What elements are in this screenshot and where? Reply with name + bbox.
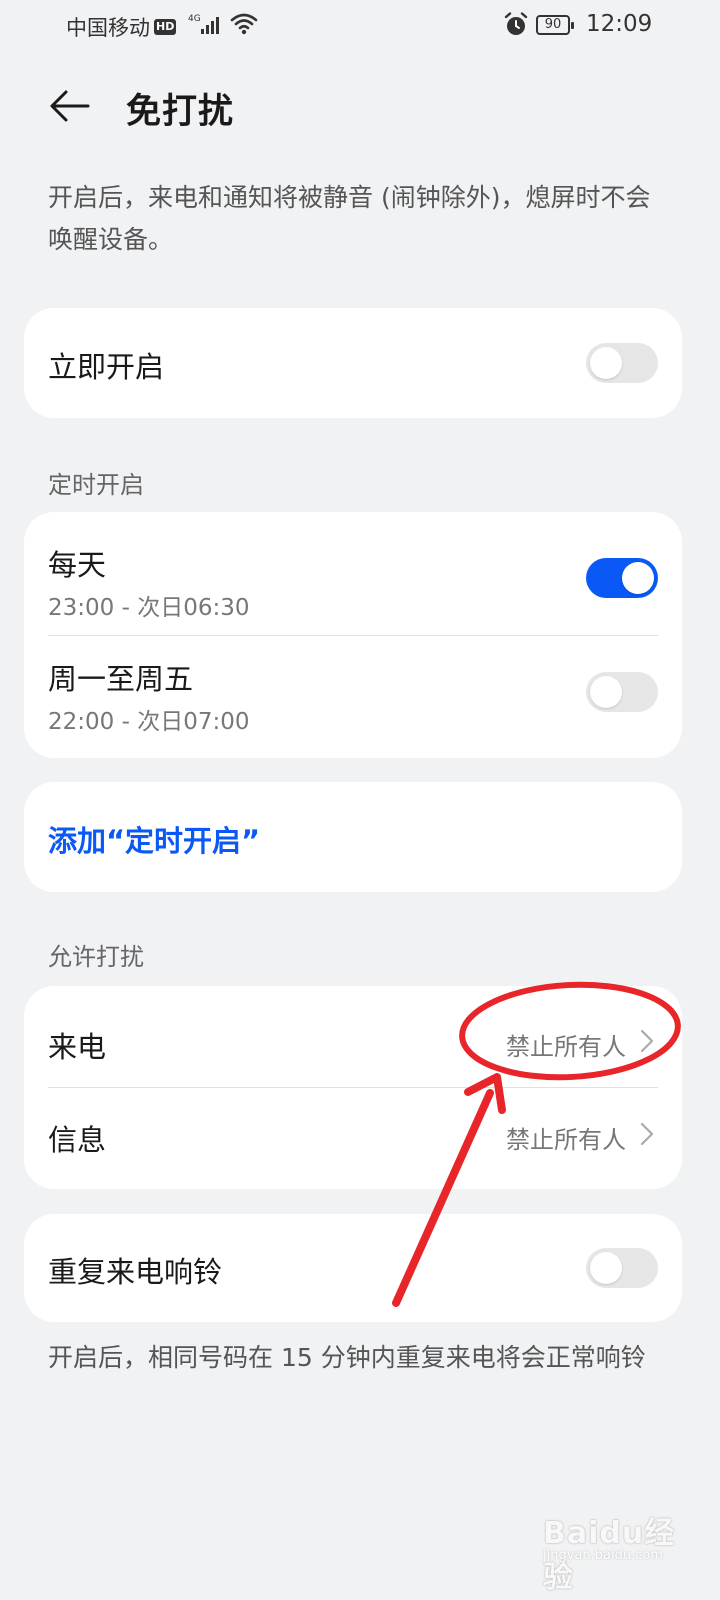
repeat-call-toggle[interactable] xyxy=(586,1248,658,1288)
baidu-watermark: Baidu经验 jingyan.baidu.com xyxy=(543,1508,683,1595)
allow-section-label: 允许打扰 xyxy=(48,943,144,971)
back-button[interactable] xyxy=(44,80,96,132)
allow-messages-value: 禁止所有人 xyxy=(506,1126,626,1154)
scheduled-card: 每天 23:00 - 次日06:30 周一至周五 22:00 - 次日07:00 xyxy=(24,512,682,758)
toggle-knob xyxy=(590,1252,622,1284)
immediate-label: 立即开启 xyxy=(48,350,165,384)
watermark-url: jingyan.baidu.com xyxy=(543,1548,663,1563)
alarm-icon xyxy=(504,12,528,42)
immediate-toggle[interactable] xyxy=(586,343,658,383)
allow-calls-label: 来电 xyxy=(48,1030,107,1064)
allow-calls-value: 禁止所有人 xyxy=(506,1033,626,1061)
hd-badge: HD xyxy=(154,19,177,35)
page-title: 免打扰 xyxy=(126,92,235,132)
status-bar: 中国移动 HD 4G 90 12:09 xyxy=(0,0,720,52)
network-type: 4G xyxy=(188,14,201,24)
battery-level: 90 xyxy=(544,17,562,32)
divider xyxy=(48,635,658,636)
clock: 12:09 xyxy=(586,11,653,37)
divider xyxy=(48,1087,658,1088)
add-schedule-link[interactable]: 添加“定时开启” xyxy=(48,818,260,860)
repeat-call-label: 重复来电响铃 xyxy=(48,1255,223,1289)
schedule-title: 周一至周五 xyxy=(48,662,194,696)
signal-icon: 4G xyxy=(188,12,224,42)
carrier-info: 中国移动 HD xyxy=(66,12,177,42)
add-schedule-card[interactable]: 添加“定时开启” xyxy=(24,782,682,892)
schedule-time: 22:00 - 次日07:00 xyxy=(48,709,250,735)
schedule-weekdays-toggle[interactable] xyxy=(586,672,658,712)
allow-card: 来电 禁止所有人 信息 禁止所有人 xyxy=(24,986,682,1189)
battery-icon: 90 xyxy=(536,15,574,35)
toggle-knob xyxy=(590,347,622,379)
schedule-title: 每天 xyxy=(48,548,107,582)
intro-description: 开启后，来电和通知将被静音 (闹钟除外)，熄屏时不会唤醒设备。 xyxy=(48,183,651,254)
toggle-knob xyxy=(590,676,622,708)
schedule-time: 23:00 - 次日06:30 xyxy=(48,595,250,621)
toggle-knob xyxy=(622,562,654,594)
chevron-right-icon xyxy=(640,1122,654,1146)
repeat-call-note: 开启后，相同号码在 15 分钟内重复来电将会正常响铃 xyxy=(48,1343,646,1372)
scheduled-section-label: 定时开启 xyxy=(48,471,144,499)
carrier-name: 中国移动 xyxy=(66,16,150,40)
allow-messages-label: 信息 xyxy=(48,1123,107,1157)
wifi-icon xyxy=(230,12,258,40)
schedule-daily-toggle[interactable] xyxy=(586,558,658,598)
repeat-call-card: 重复来电响铃 xyxy=(24,1214,682,1322)
chevron-right-icon xyxy=(640,1029,654,1053)
back-arrow-icon xyxy=(50,90,90,122)
immediate-card: 立即开启 xyxy=(24,308,682,418)
